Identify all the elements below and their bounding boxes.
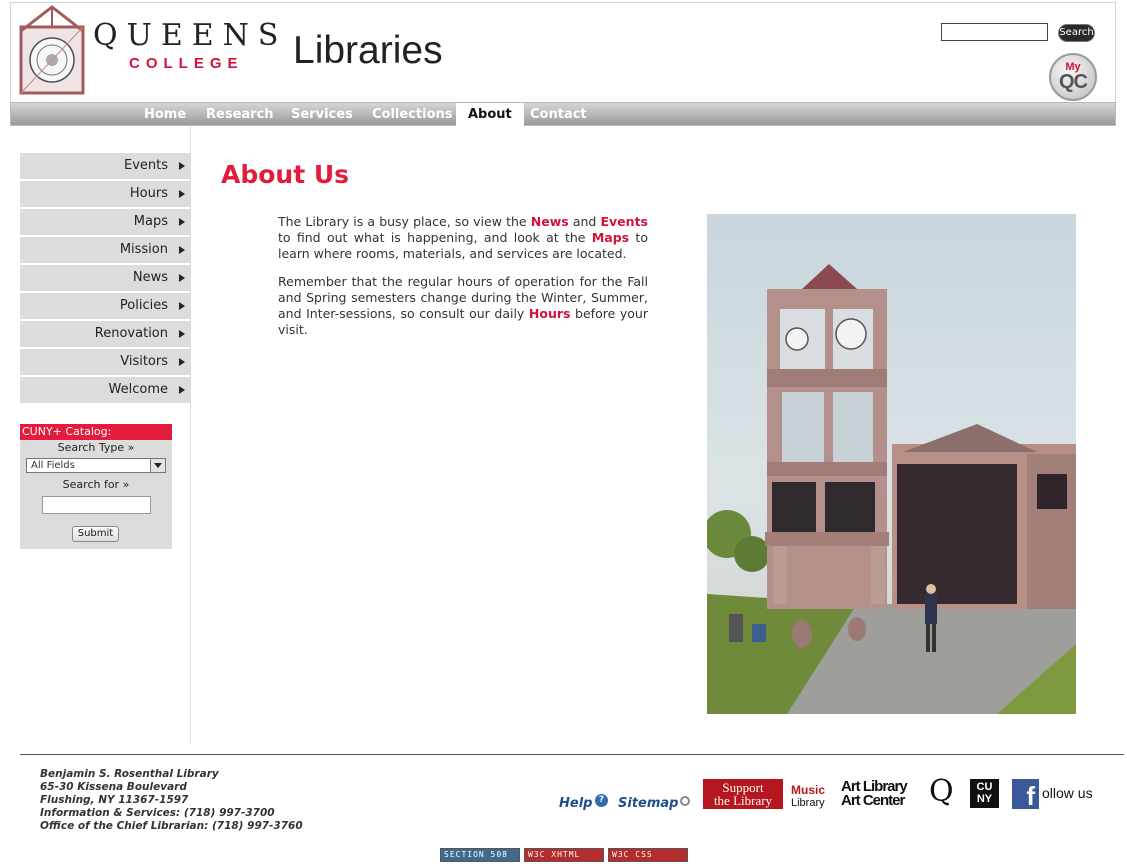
catalog-submit-button[interactable]: Submit — [72, 526, 119, 542]
sidebar-item-label: Renovation — [94, 326, 168, 341]
help-question-icon[interactable]: ? — [595, 794, 608, 807]
arrow-right-icon — [179, 190, 185, 198]
queens-q-logo[interactable]: Q — [929, 777, 954, 807]
text: to find out what is happening, and look … — [278, 230, 592, 245]
hours-link[interactable]: Hours — [529, 306, 571, 321]
address-line: Benjamin S. Rosenthal Library — [40, 768, 219, 780]
sidebar-item-hours[interactable]: Hours — [20, 181, 190, 207]
sidebar-item-welcome[interactable]: Welcome — [20, 377, 190, 403]
wordmark-queens: QUEENS — [93, 18, 288, 53]
site-title[interactable]: Libraries — [293, 29, 443, 73]
search-type-value: All Fields — [31, 460, 75, 471]
follow-us-text[interactable]: ollow us — [1042, 785, 1093, 801]
footer-divider — [20, 754, 1124, 755]
arrow-right-icon — [179, 274, 185, 282]
cuny-logo[interactable]: CU NY — [970, 779, 999, 808]
text: and — [568, 214, 601, 229]
library-address: Benjamin S. Rosenthal Library 65-30 Kiss… — [40, 768, 303, 833]
site-header: QUEENS COLLEGE Libraries Search My QC — [10, 2, 1116, 102]
music-line: Music — [791, 783, 826, 797]
search-type-label: Search Type » — [57, 441, 135, 454]
nav-tab-about[interactable]: About — [456, 103, 524, 127]
sidebar-item-label: Maps — [133, 214, 168, 229]
support-library-button[interactable]: Support the Library — [703, 779, 783, 809]
arrow-right-icon — [179, 162, 185, 170]
arrow-right-icon — [179, 218, 185, 226]
address-line: 65-30 Kissena Boulevard — [40, 781, 187, 793]
sitemap-icon[interactable] — [680, 796, 690, 806]
sidebar-item-label: Hours — [129, 186, 168, 201]
w3c-css-badge[interactable]: W3C CSS — [608, 848, 688, 862]
sidebar-item-label: Events — [123, 158, 168, 173]
news-link[interactable]: News — [531, 214, 569, 229]
library-clock-tower-photo — [707, 214, 1076, 714]
queens-college-seal-logo[interactable] — [19, 5, 85, 95]
myqc-portal-icon[interactable]: My QC — [1049, 53, 1097, 101]
sidebar-item-mission[interactable]: Mission — [20, 237, 190, 263]
paragraph-hours: Remember that the regular hours of opera… — [278, 274, 648, 338]
myqc-qc-text: QC — [1059, 71, 1088, 93]
address-line: Office of the Chief Librarian: (718) 997… — [40, 820, 303, 832]
sidebar-divider — [190, 126, 191, 744]
paragraph-intro: The Library is a busy place, so view the… — [278, 214, 648, 262]
search-type-select[interactable]: All Fields — [26, 458, 166, 473]
events-link[interactable]: Events — [601, 214, 648, 229]
page-title: About Us — [221, 160, 350, 189]
sidebar-item-label: News — [132, 270, 168, 285]
arrow-right-icon — [179, 330, 185, 338]
help-link[interactable]: Help — [559, 796, 592, 811]
sidebar-item-maps[interactable]: Maps — [20, 209, 190, 235]
text: The Library is a busy place, so view the — [278, 214, 531, 229]
sidebar-item-news[interactable]: News — [20, 265, 190, 291]
nav-tab-contact[interactable]: Contact — [530, 103, 587, 127]
search-for-label: Search for » — [62, 478, 130, 491]
maps-link[interactable]: Maps — [592, 230, 629, 245]
chevron-down-icon[interactable] — [150, 459, 165, 472]
address-line: Information & Services: (718) 997-3700 — [40, 807, 275, 819]
nav-tab-research[interactable]: Research — [206, 103, 274, 127]
site-search-input[interactable] — [941, 23, 1048, 41]
nav-tab-collections[interactable]: Collections — [372, 103, 453, 127]
sidebar-item-label: Visitors — [120, 354, 168, 369]
section-508-badge[interactable]: SECTION 508 — [440, 848, 520, 862]
nav-tab-home[interactable]: Home — [144, 103, 186, 127]
catalog-search-input[interactable] — [42, 496, 151, 514]
sitemap-link[interactable]: Sitemap — [618, 796, 678, 811]
site-search-button[interactable]: Search — [1058, 24, 1095, 42]
art-library-logo[interactable]: Art Library Art Center — [841, 779, 908, 809]
sidebar-item-label: Policies — [119, 298, 168, 313]
address-line: Flushing, NY 11367-1597 — [40, 794, 189, 806]
sidebar-item-renovation[interactable]: Renovation — [20, 321, 190, 347]
w3c-xhtml-badge[interactable]: W3C XHTML — [524, 848, 604, 862]
arrow-right-icon — [179, 302, 185, 310]
arrow-right-icon — [179, 358, 185, 366]
arrow-right-icon — [179, 386, 185, 394]
queens-college-wordmark[interactable]: QUEENS COLLEGE — [93, 18, 288, 73]
support-line: the Library — [713, 793, 773, 808]
arrow-right-icon — [179, 246, 185, 254]
sidebar-item-policies[interactable]: Policies — [20, 293, 190, 319]
sidebar-item-visitors[interactable]: Visitors — [20, 349, 190, 375]
about-text: The Library is a busy place, so view the… — [278, 214, 648, 350]
catalog-search-box: CUNY+ Catalog: Search Type » All Fields … — [20, 424, 172, 549]
nav-tab-services[interactable]: Services — [291, 103, 353, 127]
sidebar-item-label: Welcome — [108, 382, 168, 397]
sidebar-item-label: Mission — [119, 242, 168, 257]
wordmark-college: COLLEGE — [129, 55, 244, 72]
catalog-title: CUNY+ Catalog: — [20, 424, 172, 440]
music-library-logo[interactable]: Music Library — [791, 784, 825, 810]
music-line: Library — [791, 797, 825, 809]
art-line: Art Center — [841, 792, 905, 809]
main-navigation: Home Research Services Collections About… — [10, 102, 1116, 127]
facebook-icon[interactable]: f — [1012, 779, 1039, 811]
sidebar-item-events[interactable]: Events — [20, 153, 190, 179]
